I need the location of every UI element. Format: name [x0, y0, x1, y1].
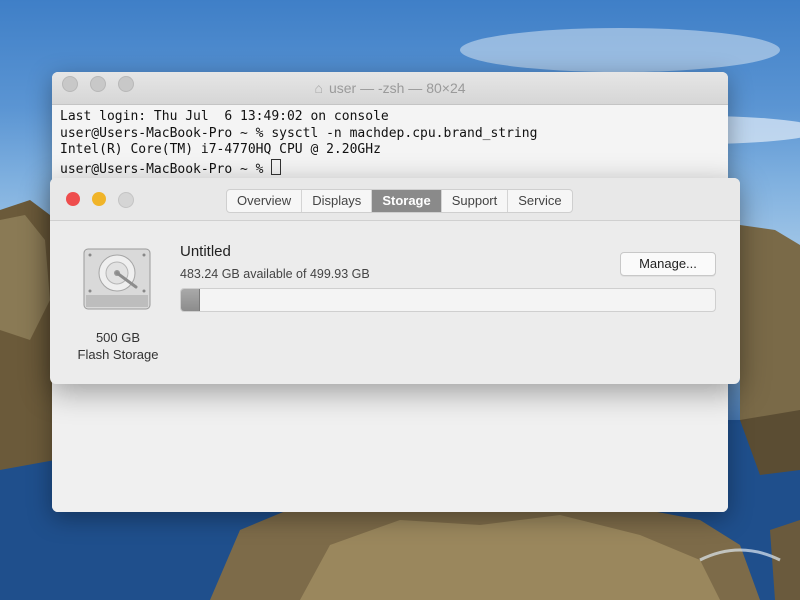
storage-panel: 500 GB Flash Storage Untitled 483.24 GB … [50, 221, 740, 384]
minimize-button[interactable] [92, 192, 106, 206]
about-this-mac-window[interactable]: Overview Displays Storage Support Servic… [50, 178, 740, 384]
terminal-line: user@Users-MacBook-Pro ~ % sysctl -n mac… [60, 125, 538, 141]
terminal-line: Intel(R) Core(TM) i7-4770HQ CPU @ 2.20GH… [60, 142, 381, 157]
storage-usage-fill [181, 289, 200, 311]
segmented-tab-control: Overview Displays Storage Support Servic… [226, 189, 573, 213]
zoom-button [118, 192, 134, 208]
terminal-titlebar[interactable]: ⌂ user — -zsh — 80×24 [52, 72, 728, 105]
tab-displays[interactable]: Displays [302, 190, 373, 212]
manage-button[interactable]: Manage... [620, 252, 716, 276]
terminal-title: ⌂ user — -zsh — 80×24 [52, 80, 728, 96]
tab-storage[interactable]: Storage [372, 190, 442, 212]
home-icon: ⌂ [314, 80, 323, 96]
volume-name: Untitled [180, 243, 231, 260]
volume-available-space: 483.24 GB available of 499.93 GB [180, 267, 370, 281]
terminal-empty-area[interactable] [52, 372, 728, 512]
about-titlebar[interactable]: Overview Displays Storage Support Servic… [50, 178, 740, 221]
disk-info: 500 GB Flash Storage [68, 329, 168, 363]
hard-drive-icon [82, 247, 152, 313]
close-button[interactable] [66, 192, 80, 206]
text-cursor [271, 158, 282, 175]
terminal-prompt: user@Users-MacBook-Pro ~ % [60, 161, 272, 177]
terminal-output[interactable]: Last login: Thu Jul 6 13:49:02 on consol… [52, 105, 728, 182]
disk-capacity: 500 GB [95, 330, 141, 345]
disk-type: Flash Storage [77, 347, 159, 362]
tab-service[interactable]: Service [508, 190, 571, 212]
tab-overview[interactable]: Overview [227, 190, 303, 212]
terminal-title-text: user — -zsh — 80×24 [328, 80, 466, 96]
storage-usage-bar [180, 288, 716, 312]
tab-support[interactable]: Support [442, 190, 509, 212]
terminal-line: Last login: Thu Jul 6 13:49:02 on consol… [60, 109, 389, 124]
terminal-prompt-line: user@Users-MacBook-Pro ~ % [60, 158, 720, 179]
